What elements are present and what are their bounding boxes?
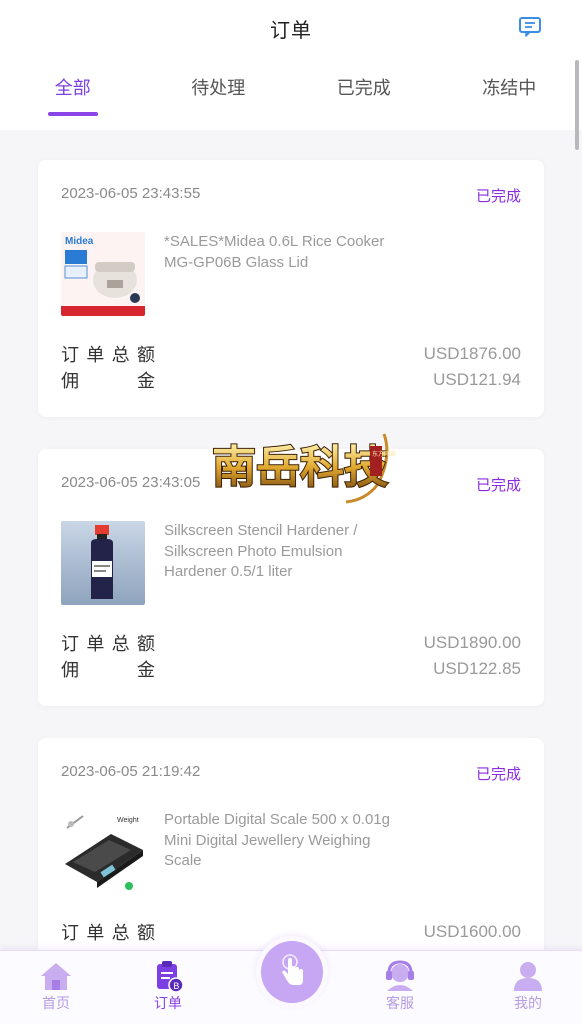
svg-text:东方网络: 东方网络 [372, 450, 396, 458]
order-tabs: 全部 待处理 已完成 冻结中 [0, 56, 582, 130]
commission-value: USD122.85 [433, 659, 521, 678]
product-name: *SALES*Midea 0.6L Rice Cooker MG-GP06B G… [164, 233, 385, 271]
nav-item-customer-service[interactable]: 客服 [370, 959, 430, 1013]
home-icon [39, 959, 73, 993]
nav-item-home[interactable]: 首页 [26, 959, 86, 1013]
nav-label: 我的 [514, 995, 542, 1011]
order-status: 已完成 [475, 766, 521, 783]
svg-text:南岳科技: 南岳科技 [212, 442, 388, 493]
order-total-row: 订单总额 USD1876.00 [61, 341, 521, 367]
page-title: 订单 [270, 19, 312, 42]
svg-text:Weight: Weight [117, 817, 139, 824]
customer-service-icon [383, 959, 417, 993]
order-date: 2023-06-05 21:19:42 [61, 763, 201, 780]
nav-label: 客服 [386, 995, 414, 1011]
order-total-label: 订单总额 [61, 634, 155, 654]
watermark-logo: 南岳科技 东方网络 [206, 426, 398, 504]
orders-screen: 订单 全部 待处理 已完成 冻结中 2023-06-05 23:43:55 已完… [0, 0, 582, 1024]
order-date: 2023-06-05 23:43:55 [61, 185, 201, 202]
order-icon: B [151, 959, 185, 993]
nav-label: 订单 [154, 995, 182, 1011]
commission-label: 佣金 [61, 660, 155, 680]
nav-label: 首页 [42, 995, 70, 1011]
order-total-label: 订单总额 [61, 923, 155, 943]
hand-tap-icon [272, 950, 312, 995]
tab-completed[interactable]: 已完成 [291, 56, 437, 130]
commission-value: USD121.94 [433, 370, 521, 389]
product-name: Portable Digital Scale 500 x 0.01g Mini … [164, 811, 390, 869]
tab-all[interactable]: 全部 [0, 56, 146, 130]
order-total-label: 订单总额 [61, 345, 155, 365]
product-image-rice-cooker: Midea [61, 232, 145, 316]
tab-label: 冻结中 [482, 78, 537, 98]
order-total-value: USD1876.00 [423, 344, 521, 363]
tab-label: 待处理 [191, 78, 246, 98]
order-status: 已完成 [475, 477, 521, 494]
tab-pending[interactable]: 待处理 [146, 56, 292, 130]
commission-row: 佣金 USD122.85 [61, 656, 521, 682]
tab-frozen[interactable]: 冻结中 [437, 56, 582, 130]
svg-text:B: B [173, 982, 179, 992]
commission-label: 佣金 [61, 371, 155, 391]
nav-item-orders[interactable]: B 订单 [138, 959, 198, 1013]
tab-label: 已完成 [336, 78, 391, 98]
header: 订单 [0, 0, 582, 56]
order-total-value: USD1890.00 [423, 633, 521, 652]
order-card[interactable]: 2023-06-05 23:43:55 已完成 Midea *SALES*Mid… [38, 160, 544, 417]
scrollbar[interactable] [575, 60, 579, 150]
order-total-value: USD1600.00 [423, 922, 521, 941]
product-image-hardener-bottle [61, 521, 145, 605]
message-icon[interactable] [518, 16, 542, 38]
center-action-button[interactable] [256, 936, 328, 1008]
product-name: Silkscreen Stencil Hardener / Silkscreen… [164, 522, 358, 580]
tab-label: 全部 [54, 78, 91, 98]
order-total-row: 订单总额 USD1890.00 [61, 630, 521, 656]
svg-text:Midea: Midea [65, 236, 94, 247]
order-status: 已完成 [475, 188, 521, 205]
order-list: 2023-06-05 23:43:55 已完成 Midea *SALES*Mid… [38, 160, 544, 1024]
profile-icon [511, 959, 545, 993]
product-image-digital-scale: Weight [61, 810, 145, 894]
nav-item-profile[interactable]: 我的 [498, 959, 558, 1013]
commission-row: 佣金 USD121.94 [61, 367, 521, 393]
tab-active-indicator [47, 112, 98, 116]
order-date: 2023-06-05 23:43:05 [61, 474, 201, 491]
